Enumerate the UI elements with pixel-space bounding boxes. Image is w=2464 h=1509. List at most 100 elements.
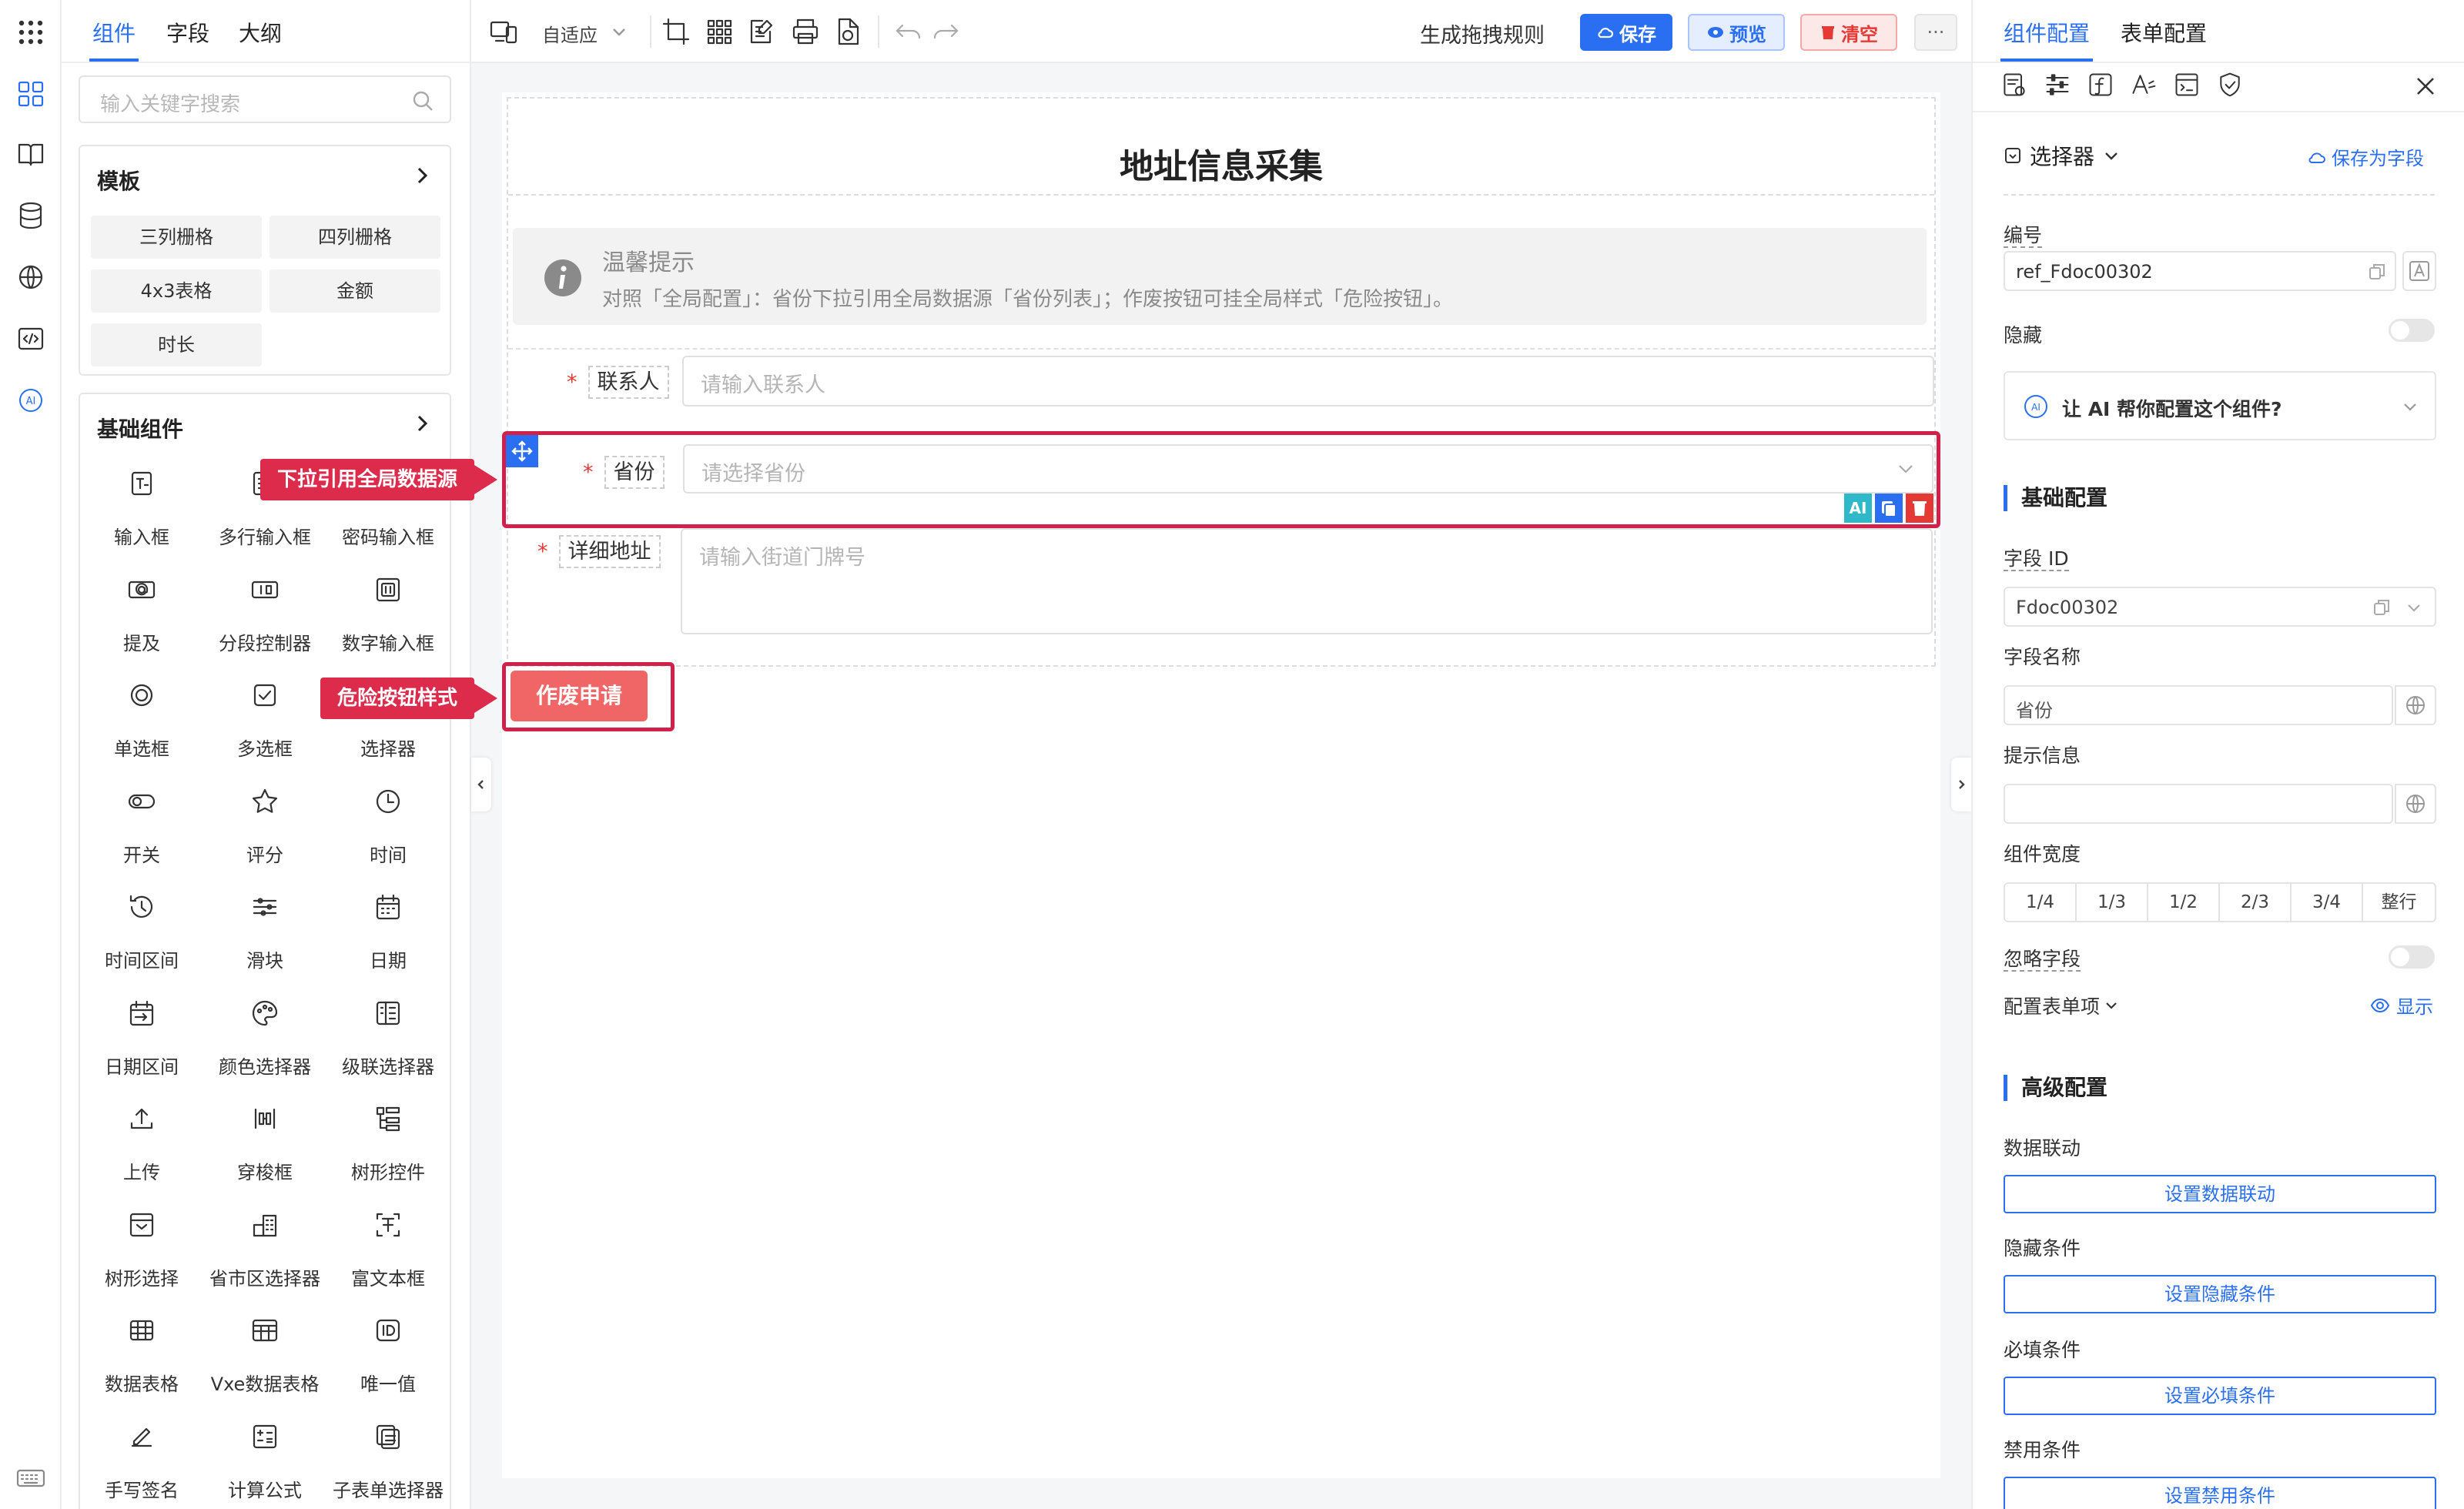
globe-icon[interactable] bbox=[14, 260, 48, 294]
component-upload[interactable]: 上传 bbox=[80, 1094, 203, 1199]
search-icon[interactable] bbox=[411, 89, 434, 112]
component-tree-select[interactable]: 树形选择 bbox=[80, 1200, 203, 1305]
chevron-down-icon[interactable] bbox=[2404, 597, 2424, 617]
component-transfer[interactable]: 穿梭框 bbox=[203, 1094, 326, 1199]
function-icon[interactable] bbox=[2087, 71, 2114, 99]
width-option[interactable]: 1/2 bbox=[2147, 882, 2220, 922]
width-option[interactable]: 2/3 bbox=[2218, 882, 2292, 922]
width-option[interactable]: 3/4 bbox=[2290, 882, 2363, 922]
selected-province-field[interactable]: * 省份 请选择省份 AI bbox=[502, 431, 1940, 528]
component-table[interactable]: 数据表格 bbox=[80, 1306, 203, 1410]
crop-icon[interactable] bbox=[661, 16, 691, 47]
globe-icon[interactable] bbox=[2395, 784, 2436, 824]
void-button[interactable]: 作废申请 bbox=[511, 671, 648, 721]
width-option[interactable]: 1/4 bbox=[2004, 882, 2077, 922]
apps-grid-icon[interactable] bbox=[14, 15, 48, 49]
copy-icon[interactable] bbox=[2372, 597, 2392, 617]
hidden-toggle[interactable] bbox=[2389, 319, 2435, 342]
ai-assist-panel[interactable]: AI 让 AI 帮你配置这个组件? bbox=[2004, 371, 2436, 440]
save-as-field-link[interactable]: 保存为字段 bbox=[2307, 143, 2424, 170]
code-icon[interactable] bbox=[14, 322, 48, 356]
copy-icon[interactable] bbox=[1875, 494, 1903, 523]
close-icon[interactable] bbox=[2413, 74, 2438, 99]
set-hide-condition-button[interactable]: 设置隐藏条件 bbox=[2004, 1275, 2436, 1313]
component-text-input[interactable]: 输入框 bbox=[80, 459, 203, 564]
component-rich-text[interactable]: 富文本框 bbox=[326, 1200, 450, 1305]
set-disable-condition-button[interactable]: 设置禁用条件 bbox=[2004, 1477, 2436, 1509]
preview-button[interactable]: 预览 bbox=[1688, 14, 1785, 51]
tab-form-config[interactable]: 表单配置 bbox=[2121, 17, 2207, 48]
address-textarea[interactable]: 请输入街道门牌号 bbox=[681, 528, 1933, 634]
search-input[interactable]: 输入关键字搜索 bbox=[79, 75, 451, 123]
component-tree[interactable]: 树形控件 bbox=[326, 1094, 450, 1199]
tab-outline[interactable]: 大纲 bbox=[239, 17, 282, 48]
collapse-right-handle[interactable] bbox=[1951, 758, 1971, 811]
component-number-input[interactable]: 数字输入框 bbox=[326, 565, 450, 670]
component-pen[interactable]: 手写签名 bbox=[80, 1412, 203, 1509]
component-vxe-table[interactable]: Vxe数据表格 bbox=[203, 1306, 326, 1410]
component-slider[interactable]: 滑块 bbox=[203, 882, 326, 987]
shield-icon[interactable] bbox=[2216, 71, 2244, 99]
drag-handle-icon[interactable] bbox=[506, 435, 538, 467]
component-subform[interactable]: 子表单选择器 bbox=[326, 1412, 450, 1509]
set-required-condition-button[interactable]: 设置必填条件 bbox=[2004, 1377, 2436, 1415]
copy-icon[interactable] bbox=[2367, 262, 2387, 282]
component-mention[interactable]: 提及 bbox=[80, 565, 203, 670]
font-style-icon[interactable] bbox=[2130, 71, 2158, 99]
event-icon[interactable] bbox=[2173, 71, 2201, 99]
component-id[interactable]: 唯一值 bbox=[326, 1306, 450, 1410]
template-item[interactable]: 金额 bbox=[270, 269, 440, 313]
show-toggle-link[interactable]: 显示 bbox=[2370, 992, 2433, 1019]
form-items-toggle[interactable]: 配置表单项 bbox=[2004, 992, 2120, 1019]
component-checkbox[interactable]: 多选框 bbox=[203, 671, 326, 775]
tab-components[interactable]: 组件 bbox=[92, 17, 136, 48]
component-region[interactable]: 省市区选择器 bbox=[203, 1200, 326, 1305]
export-icon[interactable] bbox=[833, 16, 864, 47]
grid-icon[interactable] bbox=[704, 16, 735, 47]
tab-component-config[interactable]: 组件配置 bbox=[2004, 17, 2090, 48]
component-time-range[interactable]: 时间区间 bbox=[80, 882, 203, 987]
clear-button[interactable]: 清空 bbox=[1800, 14, 1897, 51]
generate-rule-link[interactable]: 生成拖拽规则 bbox=[1420, 18, 1545, 49]
component-calendar[interactable]: 日期 bbox=[326, 882, 450, 987]
template-item[interactable]: 时长 bbox=[91, 323, 262, 366]
template-item[interactable]: 四列栅格 bbox=[270, 216, 440, 259]
ref-input[interactable]: ref_Fdoc00302 bbox=[2004, 251, 2396, 291]
component-segmented[interactable]: 分段控制器 bbox=[203, 565, 326, 670]
chevron-down-icon[interactable] bbox=[604, 16, 634, 47]
component-radio[interactable]: 单选框 bbox=[80, 671, 203, 775]
collapse-left-handle[interactable] bbox=[471, 758, 491, 811]
layout-mode-select[interactable]: 自适应 bbox=[542, 20, 598, 47]
component-palette[interactable]: 颜色选择器 bbox=[203, 989, 326, 1093]
component-star[interactable]: 评分 bbox=[203, 777, 326, 882]
globe-icon[interactable] bbox=[2395, 685, 2436, 725]
component-cascader[interactable]: 级联选择器 bbox=[326, 989, 450, 1093]
component-date-range[interactable]: 日期区间 bbox=[80, 989, 203, 1093]
device-icon[interactable] bbox=[488, 16, 519, 47]
contact-input[interactable]: 请输入联系人 bbox=[682, 356, 1934, 407]
component-calculator[interactable]: 计算公式 bbox=[203, 1412, 326, 1509]
more-button[interactable]: ··· bbox=[1914, 14, 1957, 51]
chevron-right-icon[interactable] bbox=[410, 163, 434, 188]
print-icon[interactable] bbox=[790, 16, 821, 47]
font-a-icon[interactable] bbox=[2402, 251, 2436, 291]
template-item[interactable]: 三列栅格 bbox=[91, 216, 262, 259]
form-icon[interactable] bbox=[2000, 71, 2028, 99]
width-option[interactable]: 整行 bbox=[2362, 882, 2436, 922]
set-linkage-button[interactable]: 设置数据联动 bbox=[2004, 1175, 2436, 1213]
component-type-select[interactable]: 选择器 bbox=[2004, 140, 2121, 171]
keyboard-icon[interactable] bbox=[14, 1461, 48, 1495]
ai-icon[interactable]: AI bbox=[14, 383, 48, 417]
edit-doc-icon[interactable] bbox=[747, 16, 778, 47]
save-button[interactable]: 保存 bbox=[1580, 14, 1672, 51]
chevron-right-icon[interactable] bbox=[410, 411, 434, 436]
ai-config-button[interactable]: AI bbox=[1844, 494, 1872, 523]
undo-icon[interactable] bbox=[893, 16, 924, 47]
component-switch[interactable]: 开关 bbox=[80, 777, 203, 882]
sliders-icon[interactable] bbox=[2044, 71, 2071, 99]
component-clock[interactable]: 时间 bbox=[326, 777, 450, 882]
tab-fields[interactable]: 字段 bbox=[166, 17, 209, 48]
database-icon[interactable] bbox=[14, 199, 48, 233]
ignore-field-toggle[interactable] bbox=[2389, 945, 2435, 969]
width-option[interactable]: 1/3 bbox=[2075, 882, 2148, 922]
